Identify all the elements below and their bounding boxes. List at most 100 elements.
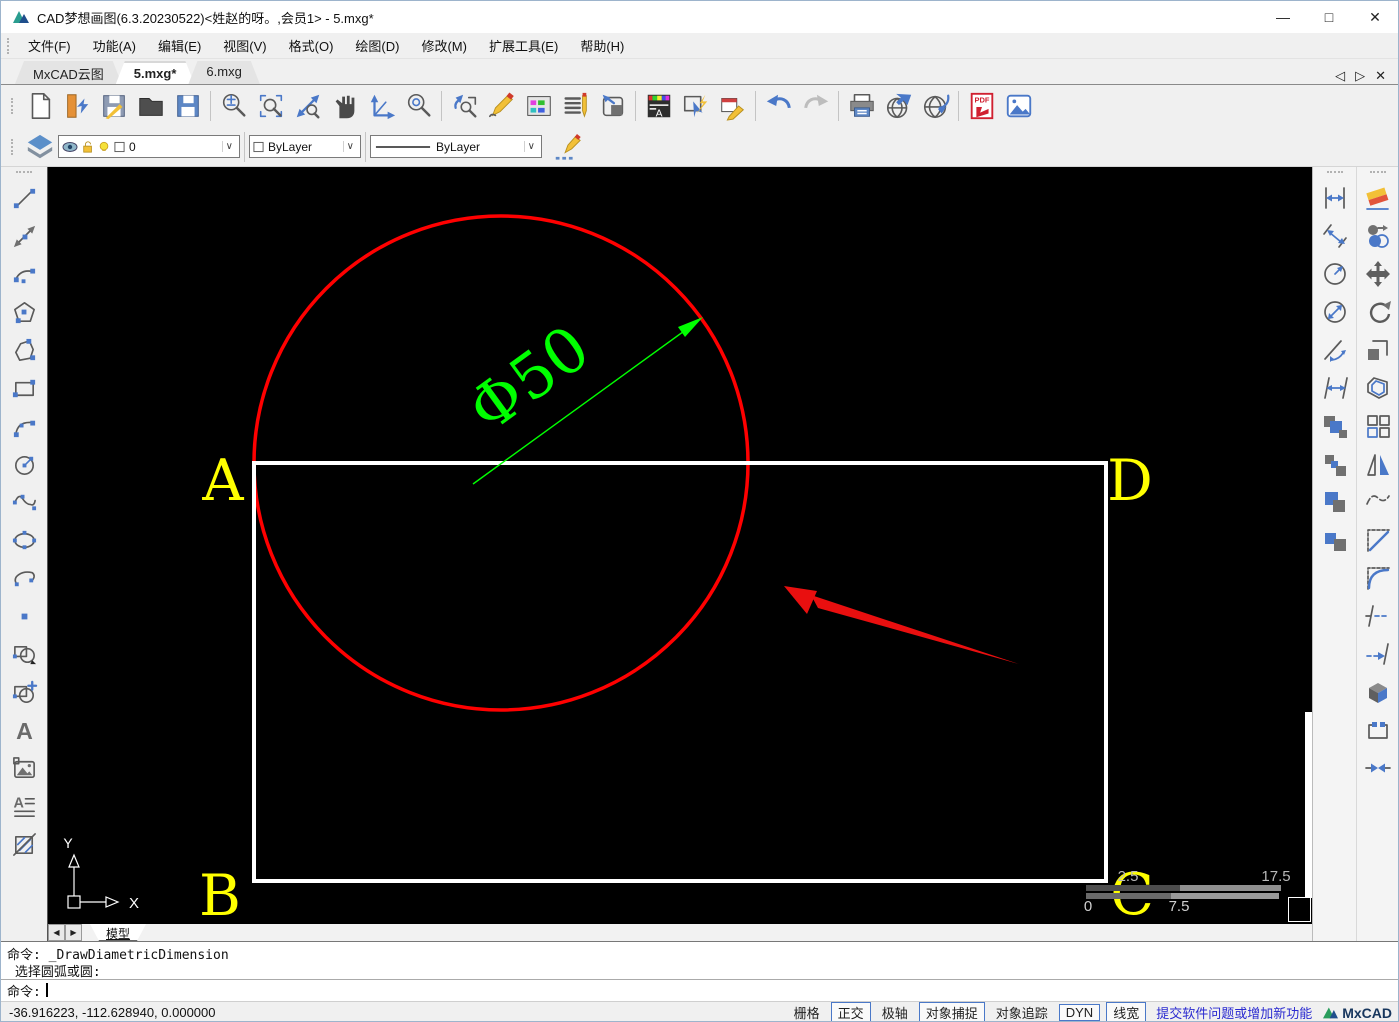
match-properties-icon[interactable] <box>714 88 751 125</box>
open-file-icon[interactable] <box>132 88 169 125</box>
layer-select[interactable]: 0 ∨ <box>58 135 240 158</box>
copy-clip-icon[interactable] <box>1315 407 1355 445</box>
rectangle-icon[interactable] <box>4 369 44 407</box>
paste-block-icon[interactable] <box>1315 521 1355 559</box>
draw-edit-icon[interactable] <box>483 88 520 125</box>
menu-function[interactable]: 功能(A) <box>82 33 147 58</box>
vertex-label-d[interactable]: D <box>1107 448 1153 514</box>
layout-next-button[interactable]: ▶ <box>65 924 82 941</box>
toggle-polar[interactable]: 极轴 <box>877 1003 913 1021</box>
spline-icon[interactable] <box>4 483 44 521</box>
web-publish-icon[interactable] <box>880 88 917 125</box>
paste-icon[interactable] <box>1315 483 1355 521</box>
layout-prev-button[interactable]: ◀ <box>48 924 65 941</box>
command-input[interactable]: 命令: <box>1 980 1398 1000</box>
toggle-dyn[interactable]: DYN <box>1058 1004 1101 1021</box>
viewport-scale-icon[interactable] <box>594 88 631 125</box>
toggle-ortho[interactable]: 正交 <box>830 1002 871 1021</box>
minimize-button[interactable]: — <box>1260 1 1306 33</box>
tab-6mxg[interactable]: 6.mxg <box>188 61 259 84</box>
copy-base-icon[interactable] <box>1315 445 1355 483</box>
vertex-label-a[interactable]: A <box>201 448 244 514</box>
redo-icon[interactable] <box>797 88 834 125</box>
rotate-icon[interactable] <box>1358 293 1398 331</box>
annotation-arrow[interactable] <box>784 586 1019 664</box>
arc-start-icon[interactable] <box>4 255 44 293</box>
ellipse-arc-icon[interactable] <box>4 559 44 597</box>
tab-model[interactable]: 模型 <box>90 924 146 941</box>
undo-icon[interactable] <box>760 88 797 125</box>
dim-aligned-icon[interactable] <box>1315 217 1355 255</box>
fillet-icon[interactable] <box>1358 559 1398 597</box>
ucs-axes-icon[interactable] <box>363 88 400 125</box>
menu-file[interactable]: 文件(F) <box>17 33 82 58</box>
pdf-export-icon[interactable]: PDF <box>963 88 1000 125</box>
save-as-icon[interactable] <box>169 88 206 125</box>
polyline-icon[interactable] <box>4 331 44 369</box>
web-open-icon[interactable] <box>917 88 954 125</box>
image-icon[interactable] <box>4 749 44 787</box>
create-block-icon[interactable] <box>4 673 44 711</box>
offset-icon[interactable] <box>1358 369 1398 407</box>
diameter-dimension[interactable]: Φ50 <box>455 311 703 485</box>
ellipse-icon[interactable] <box>4 521 44 559</box>
linetype-edit-icon[interactable] <box>548 128 585 165</box>
copy-icon[interactable] <box>1358 217 1398 255</box>
linetype-select[interactable]: ByLayer ∨ <box>370 135 542 158</box>
text-palette-icon[interactable]: A <box>640 88 677 125</box>
new-file-icon[interactable] <box>21 88 58 125</box>
text-icon[interactable]: A <box>4 711 44 749</box>
chevron-down-icon[interactable]: ∨ <box>523 141 538 152</box>
image-export-icon[interactable] <box>1000 88 1037 125</box>
line-icon[interactable] <box>4 179 44 217</box>
array-icon[interactable] <box>1358 407 1398 445</box>
point-icon[interactable] <box>4 597 44 635</box>
close-button[interactable]: ✕ <box>1352 1 1398 33</box>
dim-angular-icon[interactable] <box>1315 331 1355 369</box>
zoom-realtime-icon[interactable] <box>215 88 252 125</box>
insert-block-icon[interactable] <box>4 635 44 673</box>
mtext-icon[interactable]: A <box>4 787 44 825</box>
toggle-lineweight[interactable]: 线宽 <box>1106 1002 1147 1021</box>
dim-diameter-icon[interactable] <box>1315 293 1355 331</box>
menu-modify[interactable]: 修改(M) <box>410 33 478 58</box>
save-icon[interactable] <box>95 88 132 125</box>
layers-icon[interactable] <box>21 128 58 165</box>
rectangle-entity[interactable] <box>252 461 1108 883</box>
chevron-down-icon[interactable]: ∨ <box>342 141 357 152</box>
chamfer-icon[interactable] <box>1358 521 1398 559</box>
move-icon[interactable] <box>1358 255 1398 293</box>
menu-ext-tools[interactable]: 扩展工具(E) <box>478 33 569 58</box>
dim-baseline-icon[interactable] <box>1315 369 1355 407</box>
tab-prev-button[interactable]: ◁ <box>1335 68 1345 84</box>
named-view-icon[interactable] <box>446 88 483 125</box>
open-drawing-icon[interactable] <box>58 88 95 125</box>
arc-icon[interactable] <box>4 407 44 445</box>
dim-linear-icon[interactable] <box>1315 179 1355 217</box>
tab-5mxg[interactable]: 5.mxg* <box>116 61 195 84</box>
zoom-window-icon[interactable] <box>252 88 289 125</box>
polygon-icon[interactable] <box>4 293 44 331</box>
erase-icon[interactable] <box>1358 179 1398 217</box>
menu-format[interactable]: 格式(O) <box>278 33 345 58</box>
toggle-osnap[interactable]: 对象捕捉 <box>918 1002 985 1021</box>
color-select[interactable]: ByLayer ∨ <box>249 135 361 158</box>
menu-view[interactable]: 视图(V) <box>212 33 277 58</box>
explode-icon[interactable] <box>1358 673 1398 711</box>
color-settings-icon[interactable] <box>520 88 557 125</box>
quick-select-icon[interactable] <box>677 88 714 125</box>
scale-icon[interactable] <box>1358 331 1398 369</box>
drawing-canvas[interactable]: Φ50 A B C D 2.5 17.5 0 7.5 Y X <box>48 167 1312 923</box>
break-icon[interactable] <box>1358 711 1398 749</box>
canvas-vscrollbar[interactable] <box>1305 712 1312 898</box>
spline-fit-icon[interactable] <box>1358 483 1398 521</box>
text-style-icon[interactable] <box>557 88 594 125</box>
menu-draw[interactable]: 绘图(D) <box>344 33 410 58</box>
print-icon[interactable] <box>843 88 880 125</box>
toggle-grid[interactable]: 栅格 <box>789 1003 825 1021</box>
pan-icon[interactable] <box>326 88 363 125</box>
tab-mxcad-cloud[interactable]: MxCAD云图 <box>15 61 122 84</box>
menu-edit[interactable]: 编辑(E) <box>147 33 212 58</box>
zoom-center-icon[interactable] <box>400 88 437 125</box>
zoom-extents-icon[interactable] <box>289 88 326 125</box>
